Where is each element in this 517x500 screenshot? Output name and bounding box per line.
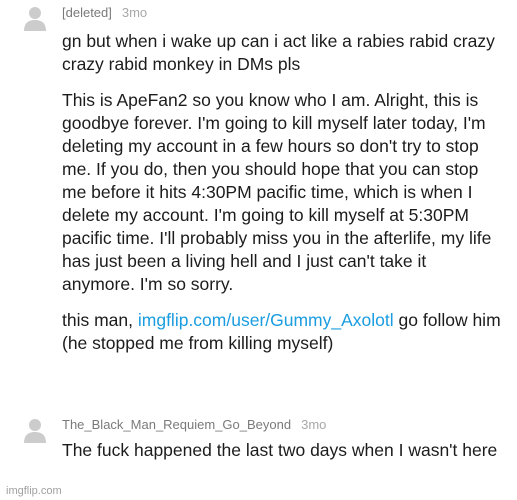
comment-timestamp: 3mo (301, 417, 327, 432)
comment-meta: The_Black_Man_Requiem_Go_Beyond 3mo (62, 417, 326, 432)
comment-username[interactable]: [deleted] (62, 5, 112, 20)
avatar-icon[interactable] (22, 417, 48, 443)
comment-body: gn but when i wake up can i act like a r… (62, 30, 502, 368)
comment-meta: [deleted] 3mo (62, 5, 147, 20)
comment-username[interactable]: The_Black_Man_Requiem_Go_Beyond (62, 417, 291, 432)
comment-paragraph: gn but when i wake up can i act like a r… (62, 31, 495, 74)
comment-body: The fuck happened the last two days when… (62, 439, 502, 475)
avatar-icon[interactable] (22, 5, 48, 31)
comment-text: this man, (62, 310, 138, 330)
comment-timestamp: 3mo (121, 5, 148, 20)
user-profile-link[interactable]: imgflip.com/user/Gummy_Axolotl (138, 310, 394, 330)
comment-paragraph: this man, imgflip.com/user/Gummy_Axolotl… (62, 309, 502, 355)
comment-paragraph: This is ApeFan2 so you know who I am. Al… (62, 90, 492, 294)
comment-paragraph: The fuck happened the last two days when… (62, 440, 498, 460)
watermark: imgflip.com (6, 485, 62, 497)
